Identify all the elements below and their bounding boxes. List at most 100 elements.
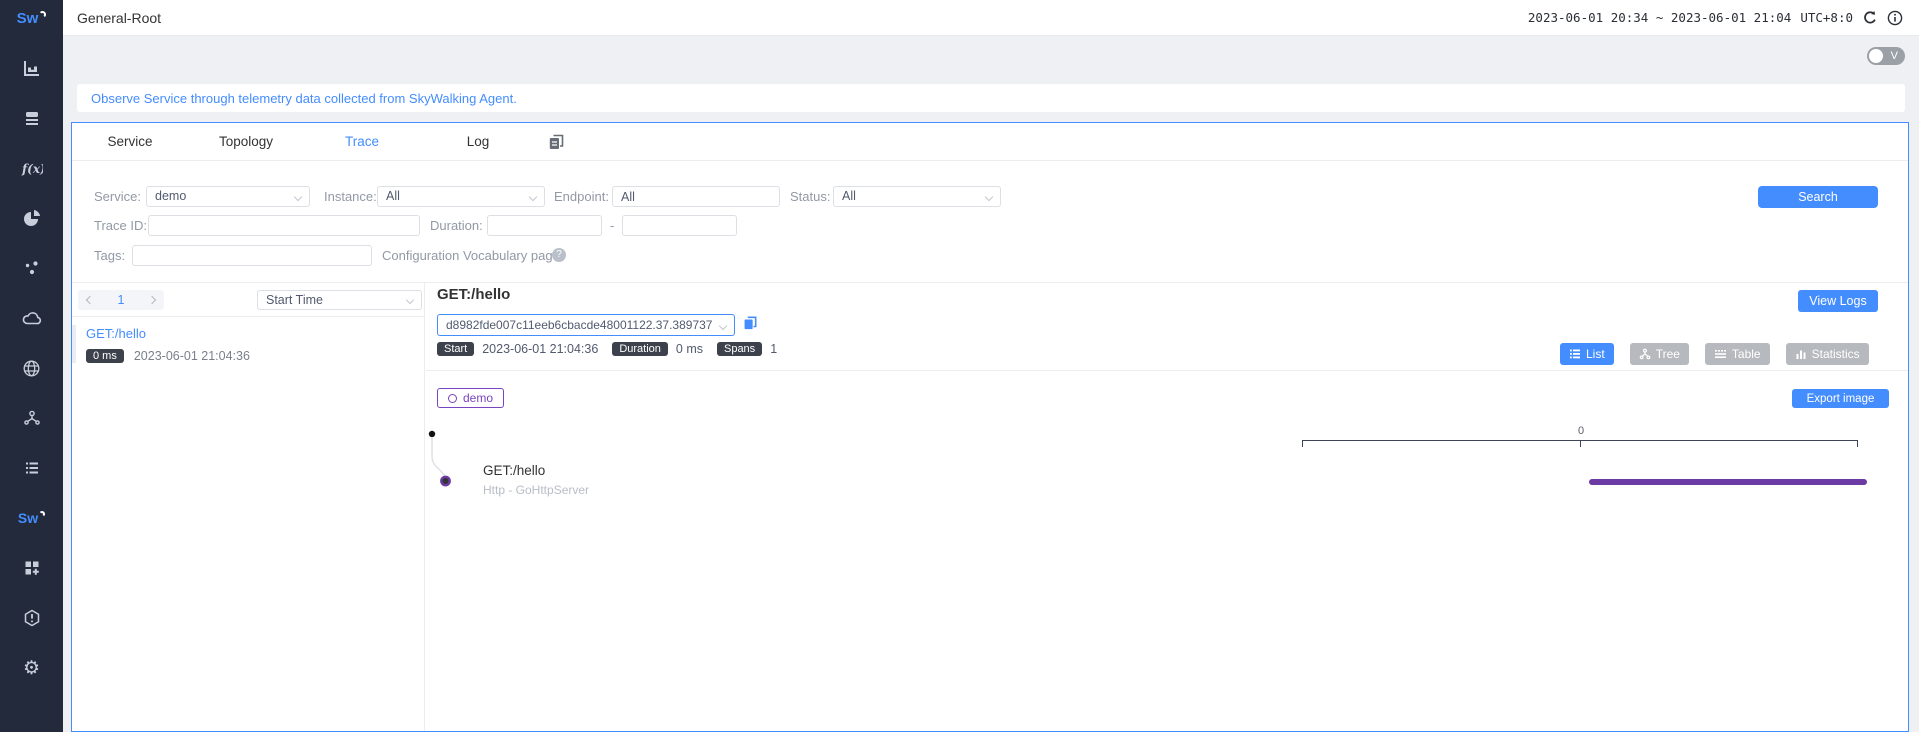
tab-service[interactable]: Service: [72, 134, 188, 149]
page-number[interactable]: 1: [118, 293, 125, 307]
trace-list-header: 1 Start Time: [72, 283, 424, 317]
endpoint-input[interactable]: [612, 186, 780, 207]
sort-select-value: Start Time: [266, 293, 323, 307]
list-icon: [23, 459, 41, 477]
sort-select[interactable]: Start Time: [257, 290, 422, 310]
gear-icon: ⚙: [23, 659, 40, 678]
sidebar-item-sampling[interactable]: [0, 243, 63, 293]
pie-chart-icon: [23, 209, 41, 227]
sidebar-item-settings[interactable]: ⚙: [0, 643, 63, 693]
service-tag[interactable]: demo: [437, 388, 504, 408]
duration-to-input[interactable]: [622, 215, 737, 236]
detail-divider: [426, 370, 1908, 371]
tab-trace[interactable]: Trace: [304, 134, 420, 149]
start-value: 2023-06-01 21:04:36: [482, 342, 598, 356]
trace-detail-pane: GET:/hello d8982fde007c11eeb6cbacde48001…: [426, 283, 1908, 731]
view-table-button[interactable]: Table: [1705, 343, 1770, 365]
sidebar-item-dashboards[interactable]: [0, 43, 63, 93]
trace-id-select[interactable]: d8982fde007c11eeb6cbacde48001122.37.3897…: [437, 314, 735, 336]
tab-topology[interactable]: Topology: [188, 134, 304, 149]
instance-select[interactable]: All: [377, 186, 545, 207]
search-button[interactable]: Search: [1758, 186, 1878, 208]
toggle-knob-icon: [1869, 49, 1883, 63]
span-duration-bar[interactable]: [1589, 479, 1867, 485]
spans-value: 1: [770, 342, 777, 356]
endpoint-label: Endpoint:: [554, 186, 609, 207]
trace-start-time: 2023-06-01 21:04:36: [134, 349, 250, 363]
span-name[interactable]: GET:/hello: [483, 463, 545, 478]
globe-icon: [22, 359, 41, 378]
view-tree-label: Tree: [1656, 347, 1680, 361]
service-select[interactable]: demo: [146, 186, 310, 207]
sidebar-item-alerts[interactable]: [0, 593, 63, 643]
logo-arc-icon: [39, 11, 46, 18]
skywalking-logo-icon: Sw: [17, 10, 39, 27]
notice-bar: Observe Service through telemetry data c…: [77, 84, 1905, 112]
timezone[interactable]: UTC+8:0: [1800, 10, 1853, 25]
refresh-icon: [1862, 10, 1878, 26]
sidebar-item-metrics[interactable]: [0, 193, 63, 243]
info-button[interactable]: [1887, 10, 1903, 26]
span-component: Http - GoHttpServer: [483, 483, 589, 497]
view-statistics-label: Statistics: [1812, 347, 1860, 361]
trace-item-name[interactable]: GET:/hello: [86, 327, 146, 341]
logo-arc-icon: [39, 511, 45, 517]
tab-log[interactable]: Log: [420, 134, 536, 149]
trace-meta-row: Start 2023-06-01 21:04:36 Duration 0 ms …: [437, 342, 783, 356]
list-view-icon: [1569, 348, 1581, 360]
refresh-button[interactable]: [1862, 10, 1878, 26]
sidebar-item-list[interactable]: [0, 443, 63, 493]
top-header: General-Root 2023-06-01 20:34 ~ 2023-06-…: [63, 0, 1919, 36]
view-tree-button[interactable]: Tree: [1630, 343, 1689, 365]
function-icon: f(x): [21, 160, 43, 176]
vocabulary-link[interactable]: Configuration Vocabulary page: [382, 245, 560, 266]
trace-title: GET:/hello: [437, 286, 510, 303]
status-select[interactable]: All: [833, 186, 1001, 207]
copy-icon: [743, 316, 757, 330]
help-icon[interactable]: ?: [552, 248, 566, 262]
export-image-button[interactable]: Export image: [1792, 389, 1889, 408]
sidebar-item-services[interactable]: [0, 93, 63, 143]
hexagon-alert-icon: [23, 609, 41, 627]
next-page-icon[interactable]: [148, 296, 156, 304]
view-statistics-button[interactable]: Statistics: [1786, 343, 1869, 365]
tags-label: Tags:: [94, 245, 125, 266]
duration-separator: -: [610, 215, 614, 236]
ruler-zero-label: 0: [1573, 425, 1589, 437]
start-badge: Start: [437, 342, 474, 356]
sidebar-logo[interactable]: Sw: [0, 0, 63, 36]
sidebar-item-functions[interactable]: f(x): [0, 143, 63, 193]
main-panel: Service Topology Trace Log Service: demo…: [71, 122, 1909, 732]
status-label: Status:: [790, 186, 830, 207]
sidebar-item-cloud[interactable]: [0, 293, 63, 343]
tab-bar: Service Topology Trace Log: [72, 123, 1908, 161]
duration-label: Duration:: [430, 215, 483, 236]
chevron-down-icon: [985, 193, 993, 201]
dashboard-add-icon: [23, 559, 41, 577]
sidebar-item-dashboard-new[interactable]: [0, 543, 63, 593]
sidebar-item-browser[interactable]: [0, 343, 63, 393]
copy-dashboard-button[interactable]: [548, 134, 564, 150]
view-logs-button[interactable]: View Logs: [1798, 290, 1878, 312]
service-tag-label: demo: [463, 391, 493, 405]
trace-item-meta: 0 ms 2023-06-01 21:04:36: [86, 349, 424, 363]
sidebar-item-topology[interactable]: [0, 393, 63, 443]
trace-id-input[interactable]: [148, 215, 420, 236]
trace-list-item[interactable]: GET:/hello 0 ms 2023-06-01 21:04:36: [72, 325, 424, 363]
timeline-ruler: [1302, 440, 1858, 441]
trace-duration-badge: 0 ms: [86, 349, 124, 363]
circle-icon: [448, 394, 457, 403]
view-list-button[interactable]: List: [1560, 343, 1614, 365]
prev-page-icon[interactable]: [86, 296, 94, 304]
time-range[interactable]: 2023-06-01 20:34 ~ 2023-06-01 21:04: [1528, 10, 1791, 25]
duration-from-input[interactable]: [487, 215, 602, 236]
layers-icon: [23, 109, 41, 127]
ruler-tick: [1302, 441, 1303, 447]
version-toggle[interactable]: V: [1867, 47, 1905, 65]
view-table-label: Table: [1732, 347, 1761, 361]
table-view-icon: [1714, 348, 1727, 360]
spans-badge: Spans: [717, 342, 762, 356]
tags-input[interactable]: [132, 245, 372, 266]
copy-trace-id-button[interactable]: [743, 316, 757, 330]
sidebar-item-skywalking[interactable]: Sw: [0, 493, 63, 543]
